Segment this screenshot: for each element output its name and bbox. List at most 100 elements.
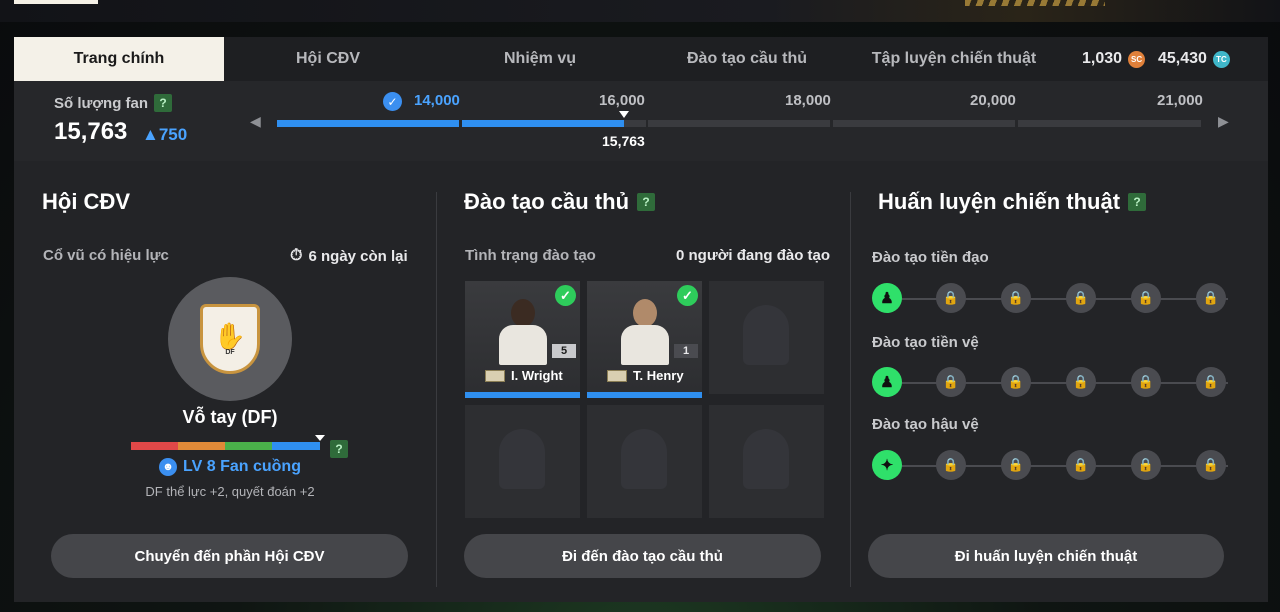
player-name: I. Wright <box>485 368 563 383</box>
fan-level-text: LV 8 Fan cuồng <box>183 458 301 475</box>
empty-training-slot[interactable] <box>709 405 824 518</box>
empty-training-slot[interactable] <box>709 281 824 394</box>
training-slot[interactable]: ✓ 5 I. Wright <box>465 281 580 398</box>
top-banner <box>0 0 1280 22</box>
midfield-training-label: Đào tạo tiền vệ <box>872 334 979 351</box>
lock-icon[interactable]: 🔒 <box>1001 283 1031 313</box>
level-segment-orange <box>178 442 225 450</box>
time-left: 6 ngày còn lại <box>308 247 408 265</box>
player-silhouette <box>743 305 789 365</box>
active-chant-label: Cổ vũ có hiệu lực <box>43 247 169 264</box>
badge-position: DF <box>225 348 235 356</box>
lock-icon[interactable]: 🔒 <box>1196 283 1226 313</box>
prev-arrow-icon[interactable]: ◀ <box>250 113 264 129</box>
lock-icon[interactable]: 🔒 <box>1066 283 1096 313</box>
fan-count-label: Số lượng fan ? <box>54 94 173 112</box>
paw-shield-icon: ✋ DF <box>200 304 260 374</box>
tab-home[interactable]: Trang chính <box>14 37 224 81</box>
whistle-icon[interactable]: ♟ <box>872 367 902 397</box>
go-to-tactics-button[interactable]: Đi huấn luyện chiến thuật <box>868 534 1224 578</box>
tactics-title: Huấn luyện chiến thuật ? <box>878 189 1147 215</box>
tab-tactical-practice[interactable]: Tập luyện chiến thuật <box>864 37 1044 81</box>
player-name: T. Henry <box>607 368 684 383</box>
next-arrow-icon[interactable]: ▶ <box>1218 113 1232 129</box>
chant-timer: ⏱ 6 ngày còn lại <box>290 247 408 265</box>
forward-training-label: Đào tạo tiền đạo <box>872 249 989 266</box>
lock-icon[interactable]: 🔒 <box>1001 367 1031 397</box>
banner-decoration <box>965 0 1105 6</box>
tab-missions[interactable]: Nhiệm vụ <box>460 37 620 81</box>
progress-segment-empty <box>833 120 1015 127</box>
empty-training-slot[interactable] <box>465 405 580 518</box>
player-silhouette <box>743 429 789 489</box>
tc-amount: 45,430 <box>1158 50 1207 67</box>
flag-icon <box>485 369 505 382</box>
go-to-fan-club-button[interactable]: Chuyển đến phần Hội CĐV <box>51 534 408 578</box>
progress-segment-empty <box>624 120 646 127</box>
player-silhouette <box>621 429 667 489</box>
player-portrait <box>617 295 673 367</box>
player-training-title-text: Đào tạo cầu thủ <box>464 189 630 214</box>
tactics-section: Huấn luyện chiến thuật ? Đào tạo tiền đạ… <box>850 161 1268 602</box>
milestone-label: 21,000 <box>1157 92 1203 109</box>
lock-icon[interactable]: 🔒 <box>936 450 966 480</box>
fan-help-icon[interactable]: ? <box>154 94 173 112</box>
lock-icon[interactable]: 🔒 <box>936 367 966 397</box>
go-to-player-training-button[interactable]: Đi đến đào tạo cầu thủ <box>464 534 821 578</box>
flag-icon <box>607 369 627 382</box>
tc-currency: 45,430 TC <box>1158 37 1230 81</box>
current-position-marker <box>619 111 629 118</box>
milestone-label: 18,000 <box>785 92 831 109</box>
lock-icon[interactable]: 🔒 <box>1066 367 1096 397</box>
player-name-text: I. Wright <box>511 368 563 383</box>
player-level: 1 <box>674 344 698 358</box>
lock-icon[interactable]: 🔒 <box>1131 283 1161 313</box>
progress-segment-empty <box>1018 120 1201 127</box>
training-progress <box>587 392 702 398</box>
lock-icon[interactable]: 🔒 <box>1131 450 1161 480</box>
paw-icon: ✋ <box>213 320 247 351</box>
fan-level: ☻ LV 8 Fan cuồng <box>14 458 446 476</box>
tc-coin-icon: TC <box>1212 50 1230 68</box>
fan-count-label-text: Số lượng fan <box>54 94 149 112</box>
fan-progress-bar: Số lượng fan ? 15,763 ▲750 ◀ ▶ ✓ 14,000 … <box>14 81 1268 161</box>
milestone-label: 16,000 <box>599 92 645 109</box>
lock-icon[interactable]: 🔒 <box>936 283 966 313</box>
tactics-help-icon[interactable]: ? <box>1128 193 1147 211</box>
defense-training-label: Đào tạo hậu vệ <box>872 416 979 433</box>
player-portrait <box>495 295 551 367</box>
level-segment-blue <box>272 442 320 450</box>
level-help-icon[interactable]: ? <box>330 440 348 458</box>
whistle-icon[interactable]: ♟ <box>872 283 902 313</box>
training-help-icon[interactable]: ? <box>637 193 656 211</box>
tab-fan-club[interactable]: Hội CĐV <box>248 37 408 81</box>
level-segment-red <box>131 442 178 450</box>
lock-icon[interactable]: 🔒 <box>1196 450 1226 480</box>
progress-segment-filled <box>277 120 459 127</box>
progress-segment-partial <box>462 120 624 127</box>
level-segment-green <box>225 442 272 450</box>
check-icon: ✓ <box>555 285 576 306</box>
sc-currency: 1,030 SC <box>1082 37 1146 81</box>
smiley-icon: ☻ <box>159 458 178 476</box>
banner-chip <box>14 0 98 4</box>
chant-badge[interactable]: ✋ DF <box>168 277 292 401</box>
lock-icon[interactable]: 🔒 <box>1066 450 1096 480</box>
player-training-section: Đào tạo cầu thủ ? Tình trạng đào tạo 0 n… <box>436 161 850 602</box>
tab-player-training[interactable]: Đào tạo cầu thủ <box>662 37 832 81</box>
current-fan-value: 15,763 <box>602 133 645 149</box>
level-marker <box>315 435 325 441</box>
lock-icon[interactable]: 🔒 <box>1131 367 1161 397</box>
training-progress <box>465 392 580 398</box>
lock-icon[interactable]: 🔒 <box>1196 367 1226 397</box>
milestone-label: 14,000 <box>414 92 460 109</box>
training-slot[interactable]: ✓ 1 T. Henry <box>587 281 702 398</box>
tab-bar: Trang chính Hội CĐV Nhiệm vụ Đào tạo cầu… <box>14 37 1268 81</box>
milestone-check-icon: ✓ <box>383 92 402 111</box>
empty-training-slot[interactable] <box>587 405 702 518</box>
training-status-label: Tình trạng đào tạo <box>465 247 596 264</box>
sc-coin-icon: SC <box>1128 50 1146 68</box>
lock-icon[interactable]: 🔒 <box>1001 450 1031 480</box>
eagle-icon[interactable]: ✦ <box>872 450 902 480</box>
fan-club-title: Hội CĐV <box>42 189 130 214</box>
